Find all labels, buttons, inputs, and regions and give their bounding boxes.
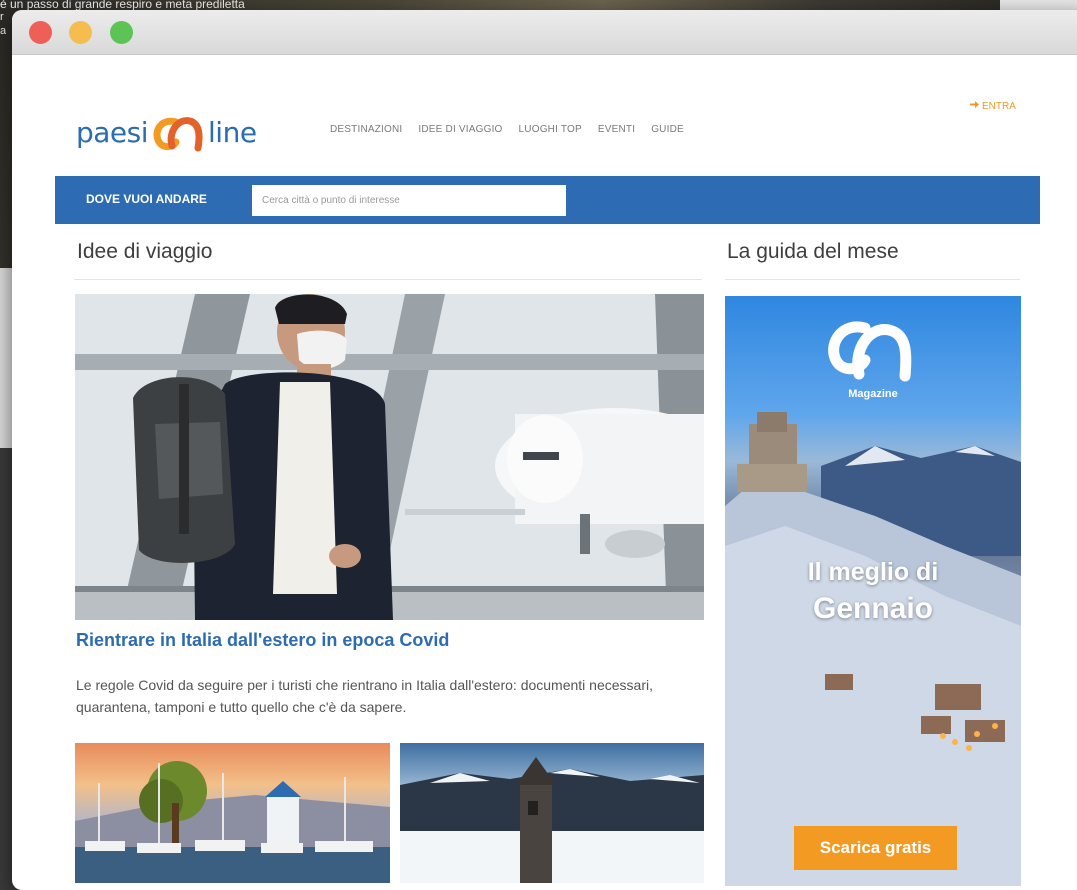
featured-article-description: Le regole Covid da seguire per i turisti… [76,677,653,715]
section-title-ideas: Idee di viaggio [77,240,213,263]
featured-article-image[interactable] [75,294,704,620]
main-nav: DESTINAZIONI IDEE DI VIAGGIO LUOGHI TOP … [330,124,684,135]
maximize-window-button[interactable] [110,21,133,44]
nav-idee-di-viaggio[interactable]: IDEE DI VIAGGIO [418,124,502,135]
logo-text-line: line [208,115,257,149]
login-icon [970,100,980,112]
minimize-window-button[interactable] [69,21,92,44]
divider [725,279,1020,280]
nav-destinazioni[interactable]: DESTINAZIONI [330,124,402,135]
browser-window: paesi line DESTINAZIONI IDEE DI VIAGGIO … [12,10,1077,890]
title-bar[interactable] [12,10,1077,55]
ad-headline: Il meglio di [807,558,939,586]
search-input[interactable] [252,185,566,216]
search-bar: DOVE VUOI ANDARE [55,176,1040,224]
close-window-button[interactable] [29,21,52,44]
background-fragment: r [0,11,4,23]
featured-article-title[interactable]: Rientrare in Italia dall'estero in epoca… [76,630,449,651]
nav-guide[interactable]: GUIDE [651,124,684,135]
site-logo[interactable]: paesi line [76,110,257,154]
ad-headline-month: Gennaio [812,592,933,625]
magazine-logo-icon [825,314,921,389]
article-thumbnail-bell-tower[interactable] [400,743,704,883]
logo-mark-icon [150,112,206,152]
magazine-label: Magazine [848,388,898,400]
magazine-ad-banner[interactable]: Magazine Il meglio di Gennaio Scarica gr… [725,296,1021,886]
search-label: DOVE VUOI ANDARE [86,192,207,206]
divider [74,279,702,280]
nav-eventi[interactable]: EVENTI [598,124,635,135]
section-title-guide: La guida del mese [727,240,899,263]
background-fragment: a [0,25,7,37]
login-link[interactable]: ENTRA [970,100,1016,112]
login-label: ENTRA [982,100,1016,112]
article-thumbnail-harbor[interactable] [75,743,390,883]
nav-luoghi-top[interactable]: LUOGHI TOP [519,124,582,135]
logo-text-paesi: paesi [76,115,149,149]
download-free-button[interactable]: Scarica gratis [794,826,957,870]
